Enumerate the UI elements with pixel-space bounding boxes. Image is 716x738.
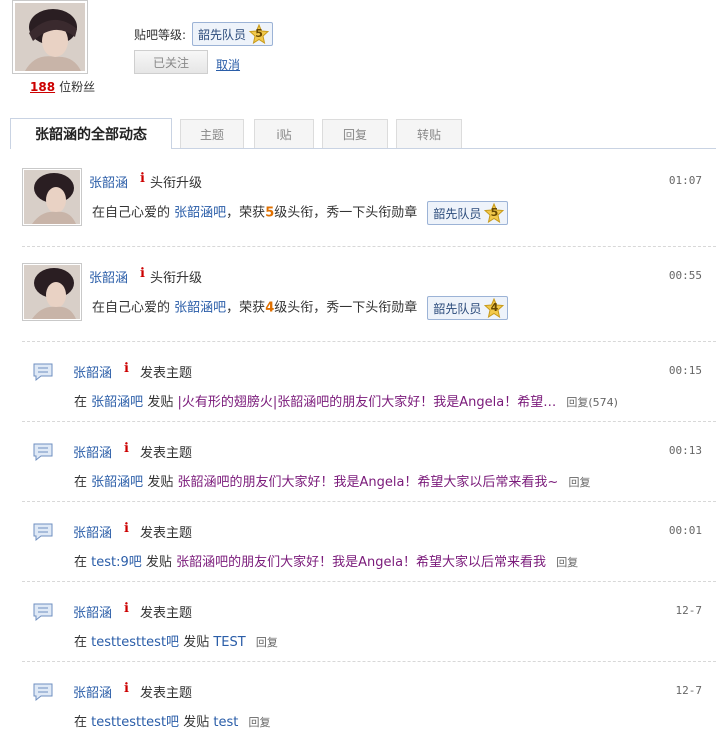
chat-bubble-icon bbox=[33, 523, 53, 542]
timestamp: 00:15 bbox=[668, 364, 702, 377]
user-avatar[interactable] bbox=[22, 263, 82, 321]
reply-link[interactable]: 回复 bbox=[568, 476, 590, 489]
tab-i-posts[interactable]: i贴 bbox=[254, 119, 314, 148]
action-label: 发表主题 bbox=[140, 606, 193, 621]
star-badge-icon: 4 bbox=[484, 298, 505, 318]
post-title-link[interactable]: |火有形的翅膀火|张韶涵吧的朋友们大家好！我是Angela！希望… bbox=[177, 395, 556, 410]
fans-number[interactable]: 188 bbox=[30, 80, 55, 94]
info-icon: ℹ bbox=[124, 361, 129, 376]
chat-bubble-icon bbox=[33, 683, 53, 702]
activity-detail: 在 testtesttest吧 发贴 TEST 回复 bbox=[74, 635, 278, 650]
bar-link[interactable]: 张韶涵吧 bbox=[174, 206, 226, 221]
tab-all-activity[interactable]: 张韶涵的全部动态 bbox=[10, 118, 172, 149]
reply-link[interactable]: 回复(574) bbox=[566, 396, 618, 409]
user-name-link[interactable]: 张韶涵 bbox=[73, 602, 112, 621]
activity-detail: 在 张韶涵吧 发贴 张韶涵吧的朋友们大家好！我是Angela！希望大家以后常来看… bbox=[74, 475, 591, 490]
badge-name: 韶先队员 bbox=[198, 27, 247, 42]
tab-reposts[interactable]: 转贴 bbox=[396, 119, 462, 148]
bar-link[interactable]: 张韶涵吧 bbox=[91, 475, 143, 490]
divider bbox=[22, 661, 716, 662]
chat-bubble-icon bbox=[33, 363, 53, 382]
star-badge-icon: 5 bbox=[484, 203, 505, 223]
divider bbox=[22, 581, 716, 582]
followed-button[interactable]: 已关注 bbox=[134, 50, 208, 74]
chat-bubble-icon bbox=[33, 443, 53, 462]
tab-replies[interactable]: 回复 bbox=[322, 119, 388, 148]
profile-avatar[interactable] bbox=[12, 0, 88, 74]
bar-link[interactable]: test:9吧 bbox=[91, 555, 142, 570]
title-badge: 韶先队员 4 bbox=[427, 296, 509, 320]
timestamp: 00:01 bbox=[668, 524, 702, 537]
timestamp: 12-7 bbox=[675, 684, 703, 697]
cancel-follow-link[interactable]: 取消 bbox=[216, 56, 240, 73]
activity-detail: 在 testtesttest吧 发贴 test 回复 bbox=[74, 715, 271, 730]
post-title-link[interactable]: 张韶涵吧的朋友们大家好！我是Angela！希望大家以后常来看我~ bbox=[177, 475, 558, 490]
action-label: 头衔升级 bbox=[150, 176, 203, 191]
chat-bubble-icon bbox=[33, 603, 53, 622]
bar-link[interactable]: 张韶涵吧 bbox=[174, 301, 226, 316]
activity-detail: 在 张韶涵吧 发贴 |火有形的翅膀火|张韶涵吧的朋友们大家好！我是Angela！… bbox=[74, 395, 618, 410]
divider bbox=[22, 421, 716, 422]
timestamp: 01:07 bbox=[668, 174, 702, 187]
post-title-link[interactable]: TEST bbox=[213, 635, 245, 650]
user-name-link[interactable]: 张韶涵 bbox=[73, 442, 112, 461]
level-row: 贴吧等级: 韶先队员 5 bbox=[134, 22, 274, 46]
title-badge: 韶先队员 5 bbox=[427, 201, 509, 225]
activity-detail: 在 test:9吧 发贴 张韶涵吧的朋友们大家好！我是Angela！希望大家以后… bbox=[74, 555, 579, 570]
activity-detail: 在自己心爱的 张韶涵吧，荣获4级头衔，秀一下头衔勋章 韶先队员 4 bbox=[92, 296, 509, 320]
bar-link[interactable]: 张韶涵吧 bbox=[91, 395, 143, 410]
user-name-link[interactable]: 张韶涵 bbox=[73, 522, 112, 541]
user-name-link[interactable]: 张韶涵 bbox=[89, 267, 128, 286]
bar-link[interactable]: testtesttest吧 bbox=[91, 715, 179, 730]
level-label: 贴吧等级: bbox=[134, 27, 187, 42]
user-name-link[interactable]: 张韶涵 bbox=[73, 362, 112, 381]
post-title-link[interactable]: test bbox=[213, 715, 238, 730]
info-icon: ℹ bbox=[124, 521, 129, 536]
reply-link[interactable]: 回复 bbox=[248, 716, 270, 729]
level-badge: 韶先队员 5 bbox=[192, 22, 274, 46]
info-icon: ℹ bbox=[124, 601, 129, 616]
info-icon: ℹ bbox=[124, 681, 129, 696]
reply-link[interactable]: 回复 bbox=[556, 556, 578, 569]
user-avatar[interactable] bbox=[22, 168, 82, 226]
divider bbox=[22, 501, 716, 502]
tab-topics[interactable]: 主题 bbox=[180, 119, 244, 148]
reply-link[interactable]: 回复 bbox=[256, 636, 278, 649]
activity-detail: 在自己心爱的 张韶涵吧，荣获5级头衔，秀一下头衔勋章 韶先队员 5 bbox=[92, 201, 509, 225]
activity-tabs: 张韶涵的全部动态 主题 i贴 回复 转贴 bbox=[10, 118, 716, 149]
fans-count: 188 位粉丝 bbox=[30, 78, 95, 95]
timestamp: 00:13 bbox=[668, 444, 702, 457]
info-icon: ℹ bbox=[140, 171, 145, 186]
info-icon: ℹ bbox=[140, 266, 145, 281]
timestamp: 00:55 bbox=[668, 269, 702, 282]
timestamp: 12-7 bbox=[675, 604, 703, 617]
info-icon: ℹ bbox=[124, 441, 129, 456]
avatar-photo bbox=[15, 3, 85, 71]
action-label: 发表主题 bbox=[140, 526, 193, 541]
divider bbox=[22, 246, 716, 247]
star-badge-icon: 5 bbox=[249, 24, 270, 44]
action-label: 头衔升级 bbox=[150, 271, 203, 286]
action-label: 发表主题 bbox=[140, 446, 193, 461]
user-name-link[interactable]: 张韶涵 bbox=[89, 172, 128, 191]
divider bbox=[22, 341, 716, 342]
fans-label: 位粉丝 bbox=[59, 80, 96, 94]
action-label: 发表主题 bbox=[140, 366, 193, 381]
post-title-link[interactable]: 张韶涵吧的朋友们大家好！我是Angela！希望大家以后常来看我 bbox=[176, 555, 546, 570]
bar-link[interactable]: testtesttest吧 bbox=[91, 635, 179, 650]
action-label: 发表主题 bbox=[140, 686, 193, 701]
user-name-link[interactable]: 张韶涵 bbox=[73, 682, 112, 701]
